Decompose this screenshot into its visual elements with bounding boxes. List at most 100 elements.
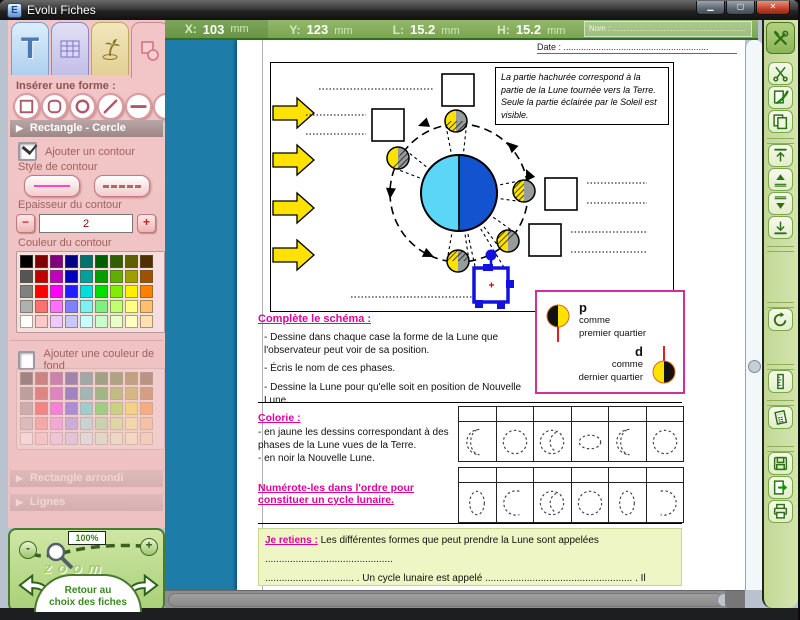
paste-button[interactable]: [768, 86, 793, 109]
color-swatch[interactable]: [140, 270, 153, 283]
color-swatch[interactable]: [35, 285, 48, 298]
section-rectangle-arrondi[interactable]: ▶Rectangle arrondi: [10, 470, 163, 487]
color-swatch[interactable]: [50, 285, 63, 298]
color-swatch[interactable]: [20, 300, 33, 313]
tab-text[interactable]: T: [11, 22, 49, 75]
color-swatch[interactable]: [35, 255, 48, 268]
color-swatch[interactable]: [65, 300, 78, 313]
moon[interactable]: [387, 147, 409, 169]
color-swatch[interactable]: [125, 270, 138, 283]
color-swatch[interactable]: [140, 255, 153, 268]
color-swatch[interactable]: [20, 315, 33, 328]
add-fill-checkbox[interactable]: [18, 351, 35, 370]
dashed-line-style-button[interactable]: [94, 175, 150, 197]
color-swatch[interactable]: [20, 255, 33, 268]
moon[interactable]: [447, 250, 469, 272]
minimize-button[interactable]: ▁: [696, 1, 725, 15]
color-swatch[interactable]: [110, 300, 123, 313]
moon[interactable]: [513, 180, 535, 202]
color-swatch[interactable]: [110, 285, 123, 298]
color-swatch[interactable]: [80, 315, 93, 328]
answer-box[interactable]: [545, 178, 577, 210]
horizontal-scrollbar[interactable]: [165, 590, 745, 609]
vertical-scrollbar[interactable]: [745, 40, 763, 590]
color-swatch[interactable]: [140, 300, 153, 313]
cut-button[interactable]: [768, 62, 793, 85]
color-swatch[interactable]: [80, 300, 93, 313]
thickness-plus-button[interactable]: +: [137, 214, 156, 233]
section-lignes[interactable]: ▶Lignes: [10, 494, 163, 511]
rotate-button[interactable]: [768, 308, 793, 331]
copy-button[interactable]: [768, 110, 793, 133]
calculator-button[interactable]: [768, 406, 793, 429]
answer-box[interactable]: [442, 74, 474, 106]
maximize-button[interactable]: ▢: [726, 1, 755, 15]
section-rectangle-cercle[interactable]: ▶Rectangle - Cercle: [10, 120, 163, 137]
circle-shape-button[interactable]: [69, 93, 96, 120]
color-swatch[interactable]: [20, 285, 33, 298]
color-swatch[interactable]: [95, 255, 108, 268]
moon[interactable]: [497, 230, 519, 252]
solid-line-style-button[interactable]: [24, 175, 80, 197]
lower-button[interactable]: [768, 192, 793, 215]
horizontal-line-shape-button[interactable]: [125, 93, 152, 120]
color-swatch[interactable]: [110, 270, 123, 283]
raise-button[interactable]: [768, 168, 793, 191]
send-back-button[interactable]: [768, 216, 793, 239]
thickness-input[interactable]: [39, 214, 133, 233]
color-swatch[interactable]: [140, 315, 153, 328]
close-button[interactable]: ✕: [756, 1, 790, 15]
color-swatch[interactable]: [125, 300, 138, 313]
color-swatch[interactable]: [110, 255, 123, 268]
color-swatch[interactable]: [95, 285, 108, 298]
tab-image[interactable]: [91, 22, 129, 75]
color-swatch[interactable]: [110, 315, 123, 328]
rounded-square-shape-button[interactable]: [41, 93, 68, 120]
color-swatch[interactable]: [65, 270, 78, 283]
earth[interactable]: [421, 155, 497, 231]
color-swatch[interactable]: [95, 315, 108, 328]
selected-shape[interactable]: [474, 250, 514, 310]
export-button[interactable]: [768, 476, 793, 499]
color-swatch[interactable]: [125, 285, 138, 298]
nom-field[interactable]: Nom : ..................................…: [584, 21, 752, 37]
color-swatch[interactable]: [125, 255, 138, 268]
zoom-out-button[interactable]: -: [19, 541, 37, 559]
tab-shapes[interactable]: [131, 22, 169, 78]
color-swatch[interactable]: [65, 255, 78, 268]
color-swatch[interactable]: [50, 270, 63, 283]
color-swatch[interactable]: [65, 315, 78, 328]
color-swatch[interactable]: [140, 285, 153, 298]
color-swatch[interactable]: [95, 270, 108, 283]
zoom-in-button[interactable]: +: [140, 538, 158, 556]
diagonal-line-shape-button[interactable]: [97, 93, 124, 120]
document-canvas[interactable]: Date : .................................…: [165, 40, 745, 590]
color-swatch[interactable]: [50, 255, 63, 268]
color-swatch[interactable]: [80, 285, 93, 298]
color-swatch[interactable]: [80, 255, 93, 268]
color-swatch[interactable]: [20, 270, 33, 283]
color-swatch[interactable]: [50, 300, 63, 313]
color-swatch[interactable]: [80, 270, 93, 283]
print-button[interactable]: [768, 500, 793, 523]
square-shape-button[interactable]: [13, 93, 40, 120]
ruler-button[interactable]: [768, 370, 793, 393]
vertical-scroll-thumb[interactable]: [748, 360, 761, 373]
color-swatch[interactable]: [50, 315, 63, 328]
titlebar[interactable]: E Evolu Fiches ▁ ▢ ✕: [0, 0, 798, 20]
date-field[interactable]: Date : .................................…: [537, 42, 737, 54]
color-swatch[interactable]: [65, 285, 78, 298]
answer-box[interactable]: [529, 224, 561, 256]
bring-front-button[interactable]: [768, 144, 793, 167]
add-contour-checkbox[interactable]: [18, 142, 37, 161]
color-swatch[interactable]: [35, 315, 48, 328]
thickness-minus-button[interactable]: −: [16, 214, 35, 233]
tab-table[interactable]: [51, 22, 89, 75]
answer-box[interactable]: [372, 109, 404, 141]
color-swatch[interactable]: [35, 300, 48, 313]
color-swatch[interactable]: [35, 270, 48, 283]
worksheet-page[interactable]: Date : .................................…: [237, 40, 745, 590]
color-swatch[interactable]: [95, 300, 108, 313]
tools-button[interactable]: [766, 22, 795, 54]
moon[interactable]: [445, 110, 467, 132]
